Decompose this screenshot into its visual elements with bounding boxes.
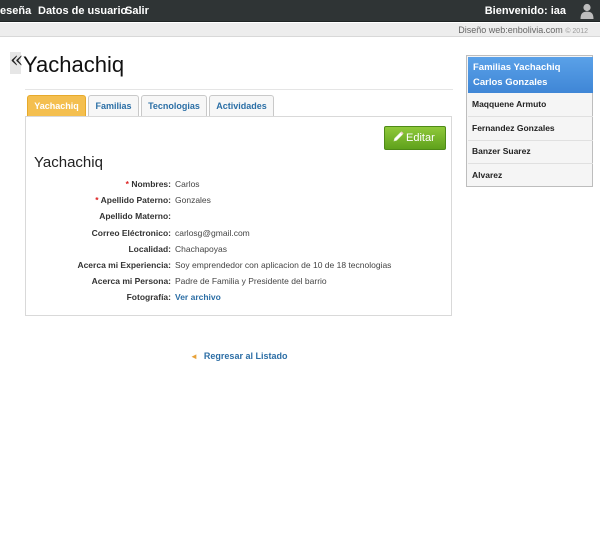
nav-item-datos-de-usuario[interactable]: Datos de usuario [38,0,127,22]
sidebar-divider [468,116,593,117]
field-label-text: Acerca mi Experiencia: [77,260,171,270]
field-label-text: Apellido Paterno: [100,195,171,205]
sidebar-item-family[interactable]: Maqquene Armuto [472,97,546,111]
edit-button[interactable]: Editar [384,126,446,150]
title-divider [25,89,453,90]
tab-actividades[interactable]: Actividades [209,95,274,116]
design-credit: Diseño web:enbolivia.com © 2012 [458,23,588,37]
field-label-fotografia: Fotografía: [0,290,171,304]
ver-archivo-link[interactable]: Ver archivo [175,290,221,304]
sidebar-item-family[interactable]: Fernandez Gonzales [472,121,555,135]
user-icon[interactable] [580,3,594,19]
field-label-text: Fotografía: [126,292,171,302]
sidebar-divider [468,163,593,164]
back-to-list-label: Regresar al Listado [203,351,288,361]
field-value-experiencia: Soy emprendedor con aplicacion de 10 de … [175,260,392,270]
required-marker: * [95,195,99,205]
sidebar-title: Familias Yachachiq [473,62,561,73]
field-label-apellido-paterno: * Apellido Paterno: [0,193,171,207]
top-nav-bar: eseña Datos de usuario Salir Bienvenido:… [0,0,600,22]
tab-familias[interactable]: Familias [88,95,139,116]
design-credit-link[interactable]: Diseño web:enbolivia.com [458,25,563,35]
field-label-apellido-materno: Apellido Materno: [0,209,171,223]
tab-yachachiq[interactable]: Yachachiq [27,95,86,116]
section-title: Yachachiq [34,154,103,171]
welcome-text: Bienvenido: iaa [484,5,566,17]
pencil-icon [393,131,404,142]
page-title: Yachachiq [23,52,125,77]
field-label-text: Apellido Materno: [99,211,171,221]
nav-item-salir[interactable]: Salir [125,0,149,22]
sidebar-item-family[interactable]: Banzer Suarez [472,144,531,158]
field-value-correo: carlosg@gmail.com [175,228,250,238]
field-label-localidad: Localidad: [0,242,171,256]
field-label-text: Localidad: [128,244,171,254]
field-label-text: Correo Eléctronico: [91,228,171,238]
field-label-persona: Acerca mi Persona: [0,274,171,288]
sidebar-subtitle: Carlos Gonzales [473,77,548,88]
back-to-list-link[interactable]: ◄ Regresar al Listado [190,349,287,363]
copyright-text: © 2012 [565,28,588,35]
families-sidebar: Familias Yachachiq Carlos Gonzales Maqqu… [466,55,593,187]
sidebar-divider [468,140,593,141]
sidebar-header: Familias Yachachiq Carlos Gonzales [468,57,593,93]
nav-item-contrasena[interactable]: eseña [0,0,31,22]
back-quote-icon[interactable]: « [10,50,23,74]
edit-button-label: Editar [406,132,435,144]
field-value-persona: Padre de Familia y Presidente del barrio [175,276,327,286]
field-label-correo: Correo Eléctronico: [0,226,171,240]
field-label-experiencia: Acerca mi Experiencia: [0,258,171,272]
sidebar-item-family[interactable]: Alvarez [472,168,502,182]
field-label-text: Nombres: [131,179,171,189]
field-label-text: Acerca mi Persona: [91,276,171,286]
field-label-nombres: * Nombres: [0,177,171,191]
credit-bar: Diseño web:enbolivia.com © 2012 [0,23,600,37]
field-value-localidad: Chachapoyas [175,244,227,254]
required-marker: * [125,179,129,189]
field-value-nombres: Carlos [175,179,200,189]
field-value-apellido-paterno: Gonzales [175,195,211,205]
arrow-left-icon: ◄ [190,352,198,361]
tab-tecnologias[interactable]: Tecnologias [141,95,207,116]
